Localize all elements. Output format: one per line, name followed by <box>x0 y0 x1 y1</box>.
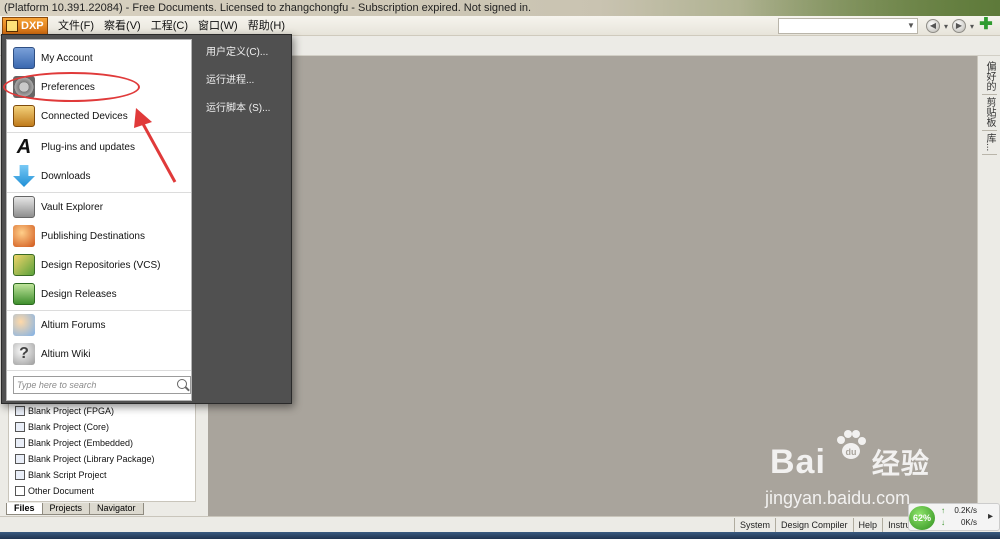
status-help[interactable]: Help <box>852 518 883 532</box>
add-icon[interactable]: ✚ <box>978 17 994 34</box>
main-menu: 文件(F) 察看(V) 工程(C) 窗口(W) 帮助(H) <box>56 16 293 36</box>
menu-item-label: Downloads <box>41 170 91 182</box>
menu-item-altium-wiki[interactable]: ? Altium Wiki <box>7 340 191 368</box>
download-arrow-icon <box>13 165 35 187</box>
forward-icon[interactable]: ▶ <box>951 19 966 33</box>
menu-item-label: Publishing Destinations <box>41 230 145 242</box>
baidu-watermark: du Bai 经验 jingyan.baidu.com <box>740 430 960 515</box>
help-icon: ? <box>13 343 35 365</box>
menu-arrow-icon[interactable]: ▸ <box>988 511 993 522</box>
watermark-brand-cn: 经验 <box>871 448 930 479</box>
menu-separator <box>7 370 191 371</box>
devices-icon <box>13 105 35 127</box>
taskbar <box>0 532 1000 539</box>
status-system[interactable]: System <box>734 518 775 532</box>
plugin-icon: A <box>13 136 35 158</box>
list-item[interactable]: Blank Project (Embedded) <box>9 435 195 451</box>
document-icon <box>15 486 25 496</box>
menu-item-vault-explorer[interactable]: Vault Explorer <box>7 193 191 221</box>
menu-item-label: Altium Forums <box>41 319 106 331</box>
status-bar: System Design Compiler Help Instruments <box>0 516 1000 532</box>
menu-item-altium-forums[interactable]: Altium Forums <box>7 311 191 339</box>
watermark-brand: Bai 经验 <box>770 442 930 482</box>
account-icon <box>13 47 35 69</box>
vault-icon <box>13 196 35 218</box>
tab-navigator[interactable]: Navigator <box>89 503 144 515</box>
address-combo[interactable]: ▼ <box>777 18 918 34</box>
list-item-label: Blank Project (Library Package) <box>28 454 155 464</box>
annotation-arrow <box>134 108 177 183</box>
title-background <box>740 0 1000 16</box>
list-item-label: Blank Project (FPGA) <box>28 406 115 416</box>
forums-icon <box>13 314 35 336</box>
list-item-label: Blank Project (Embedded) <box>28 438 134 448</box>
menu-help[interactable]: 帮助(H) <box>246 16 293 36</box>
menu-item-run-process[interactable]: 运行进程... <box>198 71 290 99</box>
status-design-compiler[interactable]: Design Compiler <box>775 518 853 532</box>
new-file-list: Blank Project (FPGA) Blank Project (Core… <box>8 402 196 502</box>
menu-search-input[interactable]: Type here to search <box>13 376 191 394</box>
menu-item-my-account[interactable]: My Account <box>7 44 191 72</box>
project-icon <box>15 438 25 448</box>
chevron-down-icon: ▼ <box>907 21 915 30</box>
menu-item-customize[interactable]: 用户定义(C)... <box>198 43 290 71</box>
list-item[interactable]: Blank Script Project <box>9 467 195 483</box>
list-item[interactable]: Other Document <box>9 483 195 499</box>
list-item-label: Other Document <box>28 486 95 496</box>
menu-item-label: Altium Wiki <box>41 348 91 360</box>
dxp-menu-button[interactable]: DXP <box>2 17 48 35</box>
menu-item-label: Vault Explorer <box>41 201 104 213</box>
menu-project[interactable]: 工程(C) <box>149 16 196 36</box>
menu-item-label: Design Repositories (VCS) <box>41 259 161 271</box>
menu-item-label: My Account <box>41 52 93 64</box>
tab-clipboard[interactable]: 剪贴板 <box>982 94 997 131</box>
releases-icon <box>13 283 35 305</box>
project-icon <box>15 454 25 464</box>
search-icon[interactable] <box>177 379 187 389</box>
download-arrow-icon: ↓ <box>941 518 945 527</box>
navigation-tools: ▼ ◀ ▾ ▶ ▾ ✚ <box>777 17 994 35</box>
repository-icon <box>13 254 35 276</box>
menu-item-label: Design Releases <box>41 288 117 300</box>
annotation-ellipse <box>3 72 140 102</box>
script-icon <box>15 470 25 480</box>
menu-item-label: Connected Devices <box>41 110 128 122</box>
menu-item-design-releases[interactable]: Design Releases <box>7 280 191 308</box>
tab-libraries[interactable]: 库... <box>982 130 997 156</box>
tab-favorites[interactable]: 偏好的 <box>982 58 997 95</box>
menu-file[interactable]: 文件(F) <box>56 16 102 36</box>
tab-projects[interactable]: Projects <box>41 503 91 515</box>
right-side-panel: 偏好的 剪贴板 库... <box>977 56 1000 516</box>
menu-view[interactable]: 察看(V) <box>102 16 149 36</box>
list-item-label: Blank Project (Core) <box>28 422 110 432</box>
menu-bar: DXP 文件(F) 察看(V) 工程(C) 窗口(W) 帮助(H) ▼ ◀ ▾ … <box>0 16 1000 36</box>
back-icon[interactable]: ◀ <box>925 19 940 33</box>
publish-icon <box>13 225 35 247</box>
download-speed: 0K/s <box>960 518 977 527</box>
project-icon <box>15 406 25 416</box>
dxp-label: DXP <box>21 20 44 32</box>
menu-item-publishing-destinations[interactable]: Publishing Destinations <box>7 222 191 250</box>
forward-dropdown-icon[interactable]: ▾ <box>970 22 974 31</box>
menu-item-design-repositories[interactable]: Design Repositories (VCS) <box>7 251 191 279</box>
panel-tabs: Files Projects Navigator <box>6 503 144 515</box>
project-icon <box>15 422 25 432</box>
menu-item-run-script[interactable]: 运行脚本 (S)... <box>198 99 290 127</box>
list-item[interactable]: Blank Project (FPGA) <box>9 403 195 419</box>
tab-files[interactable]: Files <box>6 503 43 515</box>
menu-window[interactable]: 窗口(W) <box>196 16 246 36</box>
list-item[interactable]: Blank Project (Core) <box>9 419 195 435</box>
watermark-url: jingyan.baidu.com <box>765 488 911 508</box>
dxp-logo-icon <box>6 20 18 32</box>
list-item[interactable]: Blank Project (Library Package) <box>9 451 195 467</box>
back-dropdown-icon[interactable]: ▾ <box>944 22 948 31</box>
list-item-label: Blank Script Project <box>28 470 107 480</box>
dxp-menu-commands: 用户定义(C)... 运行进程... 运行脚本 (S)... <box>198 43 290 127</box>
search-placeholder: Type here to search <box>17 380 97 390</box>
title-bar: (Platform 10.391.22084) - Free Documents… <box>0 0 1000 16</box>
watermark-brand-text: Bai <box>770 443 826 481</box>
window-title: (Platform 10.391.22084) - Free Documents… <box>4 2 532 14</box>
